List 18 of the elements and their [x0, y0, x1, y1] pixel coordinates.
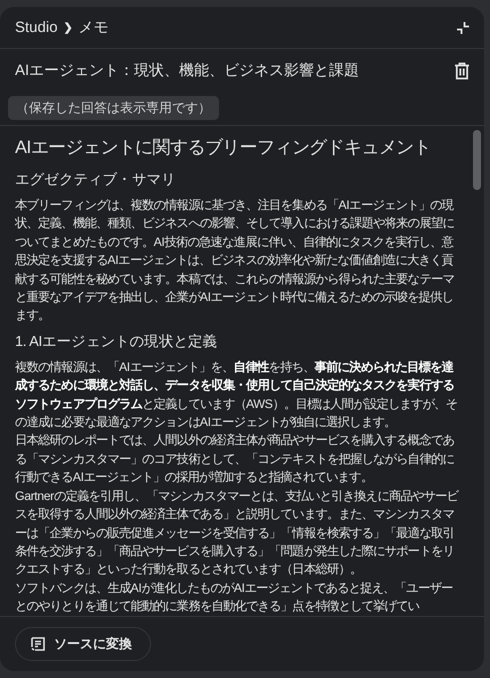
read-only-badge: （保存した回答は表示専用です） — [8, 96, 219, 120]
paragraph: 日本総研のレポートでは、人間以外の経済主体が商品やサービスを購入する概念である「マシンカスタマー」のコア技術として、「コンテキストを把握しながら自律的に行動できるAIエージェント」の採用が増加すると指摘されています。 — [15, 432, 455, 486]
paragraph: ソフトバンクは、生成AIが進化したものがAIエージェントであると捉え、「ユーザーとのやりとりを通じて能動的に業務を自動化できる」点を特徴として挙げてい — [15, 580, 454, 616]
trash-icon[interactable] — [454, 62, 470, 80]
section-heading: エグゼクティブ・サマリ — [15, 171, 177, 190]
collapse-icon[interactable] — [456, 20, 470, 34]
breadcrumb-current: メモ — [78, 18, 109, 37]
note-title: AIエージェント：現状、機能、ビジネス影響と課題 — [15, 61, 360, 80]
convert-to-source-button[interactable]: ソースに変換 — [15, 627, 151, 661]
breadcrumb-link[interactable]: Studio — [15, 19, 58, 36]
paragraph: 本ブリーフィングは、複数の情報源に基づき、注目を集める「AIエージェント」の現状、定義、機能、種類、ビジネスへの影響、そして導入における課題や将来の展望についてまとめたものです。AI技術の急速な進展に伴い、自律的にタスクを実行し、意思決定を支援するAIエージェントは、ビジネスの効率化や新たな価値創造に大きく貢献する可能性を秘めています。本稿では、これらの情報源から得られた主要なテーマと重要なアイデアを抽出し、企業がAIエージェント時代に備えるための示唆を提供します。 — [15, 197, 455, 324]
document-heading: AIエージェントに関するブリーフィングドキュメント — [15, 136, 432, 159]
paragraph: Gartnerの定義を引用し、「マシンカスタマーとは、支払いと引き換えに商品やサービスを取得する人間以外の経済主体である」と説明しています。また、マシンカスタマーは「企業からの販売促進メッセージを受信する」「情報を検索する」「最適な取引条件を交渉する」「商品やサービスを購入する」「問題が発生した際にサポートをリクエストする」といった行動を取るとされています（日本総研）。 — [15, 488, 460, 578]
paragraph: 複数の情報源は、「AIエージェント」を、自律性を持ち、事前に決められた目標を達成するために環境と対話し、データを収集・使用して自己決定的なタスクを実行するソフトウェアプログラムと定義しています（AWS）。目標は人間が設定しますが、その達成に必要な最適なアクションはAIエージェントが独自に選択します。 — [15, 358, 458, 432]
section-heading: 1. AIエージェントの現状と定義 — [15, 332, 218, 352]
scrollbar-thumb[interactable] — [473, 130, 481, 190]
note-icon — [31, 637, 45, 651]
breadcrumb-separator: ❯ — [64, 21, 73, 34]
